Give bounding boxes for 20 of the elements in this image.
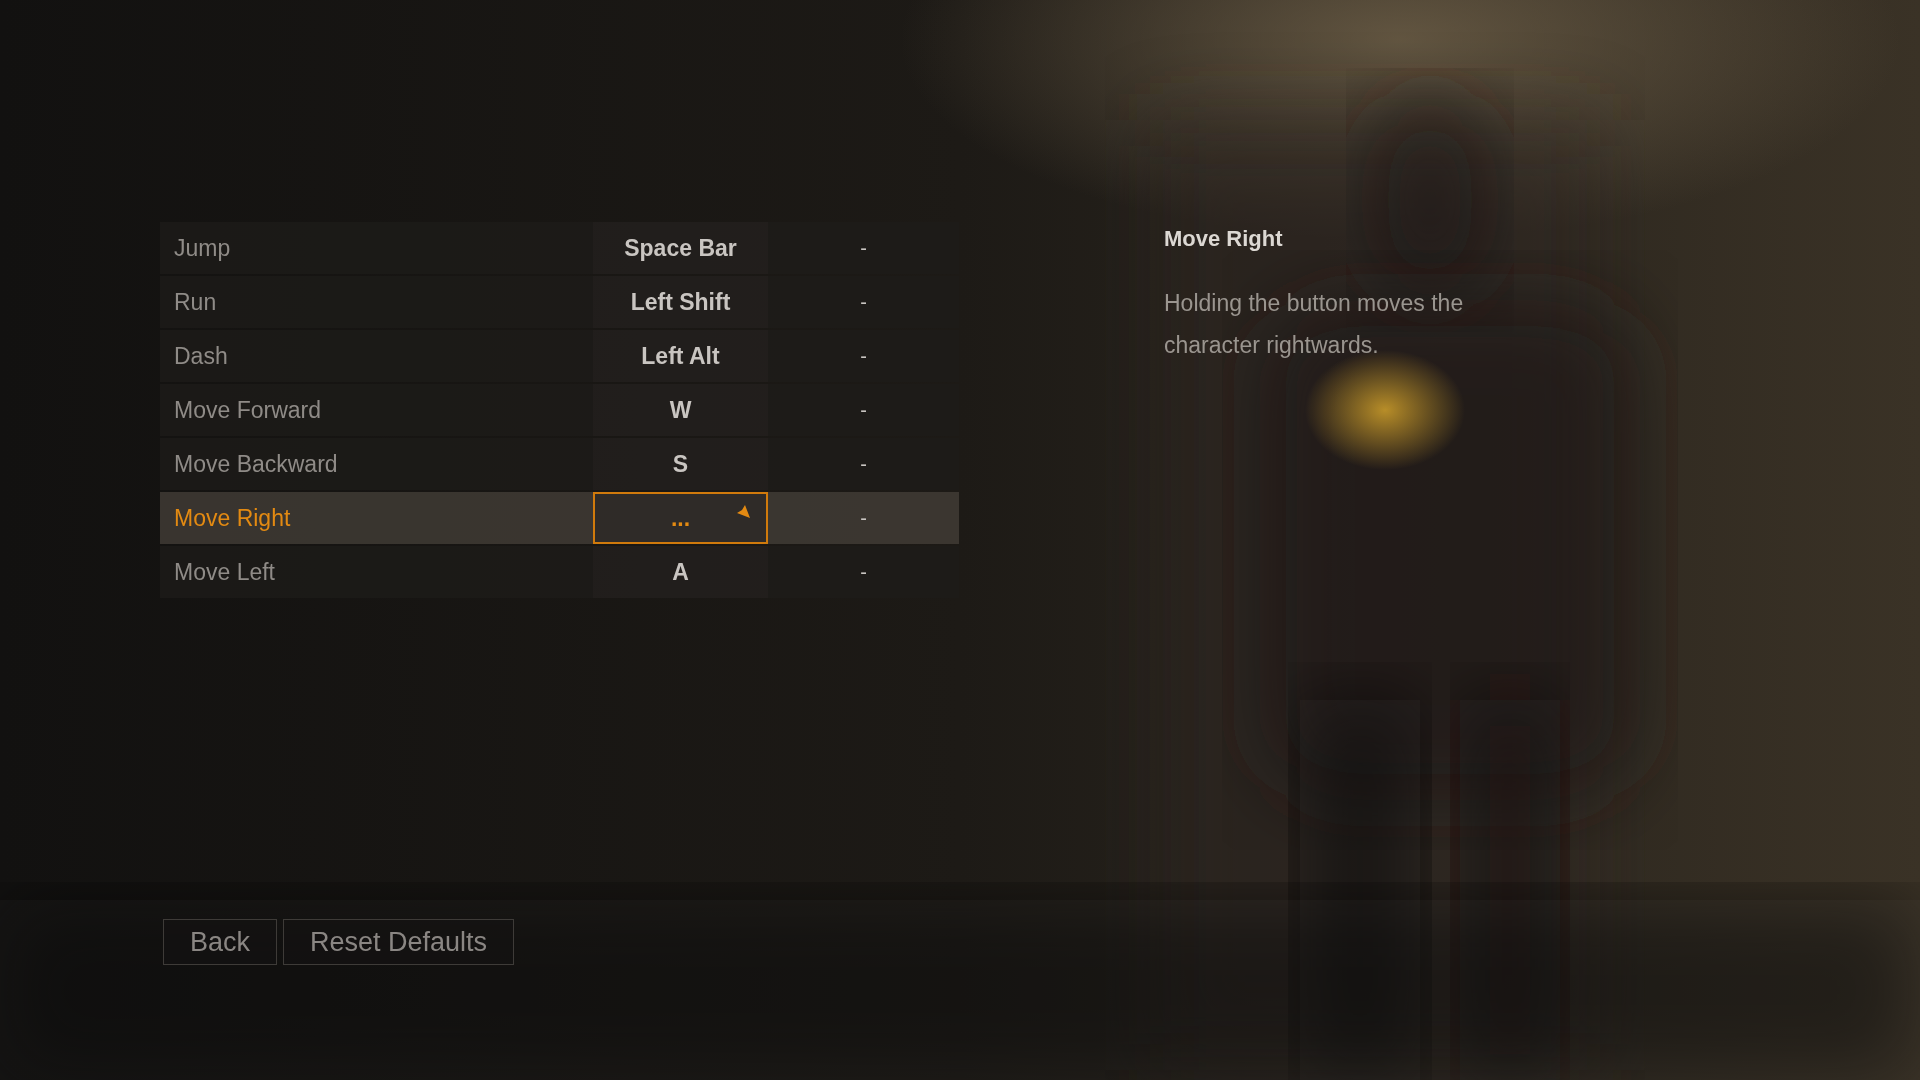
detail-title: Move Right — [1164, 226, 1284, 252]
primary-key-cell[interactable]: A — [593, 546, 768, 598]
cursor-icon — [736, 504, 752, 520]
action-cell[interactable]: Jump — [160, 222, 593, 274]
reset-button[interactable]: Reset Defaults — [283, 919, 515, 965]
detail-description: Holding the button moves the character rightwards. — [1164, 289, 1465, 360]
action-cell[interactable]: Run — [160, 276, 593, 328]
action-cell[interactable]: Move Right — [160, 492, 593, 544]
primary-key-cell[interactable]: Left Alt — [593, 330, 768, 382]
back-button[interactable]: Back — [163, 919, 278, 965]
primary-key-cell[interactable]: W — [593, 384, 768, 436]
primary-key-cell[interactable]: S — [593, 438, 768, 490]
action-cell[interactable]: Move Forward — [160, 384, 593, 436]
action-cell[interactable]: Dash — [160, 330, 593, 382]
primary-key-cell[interactable]: Left Shift — [593, 276, 768, 328]
action-cell[interactable]: Move Backward — [160, 438, 593, 490]
secondary-key-cell[interactable]: - — [768, 492, 959, 544]
primary-key-cell[interactable]: Space Bar — [593, 222, 768, 274]
primary-key-cell[interactable]: ... — [593, 492, 768, 544]
action-cell[interactable]: Move Left — [160, 546, 593, 598]
